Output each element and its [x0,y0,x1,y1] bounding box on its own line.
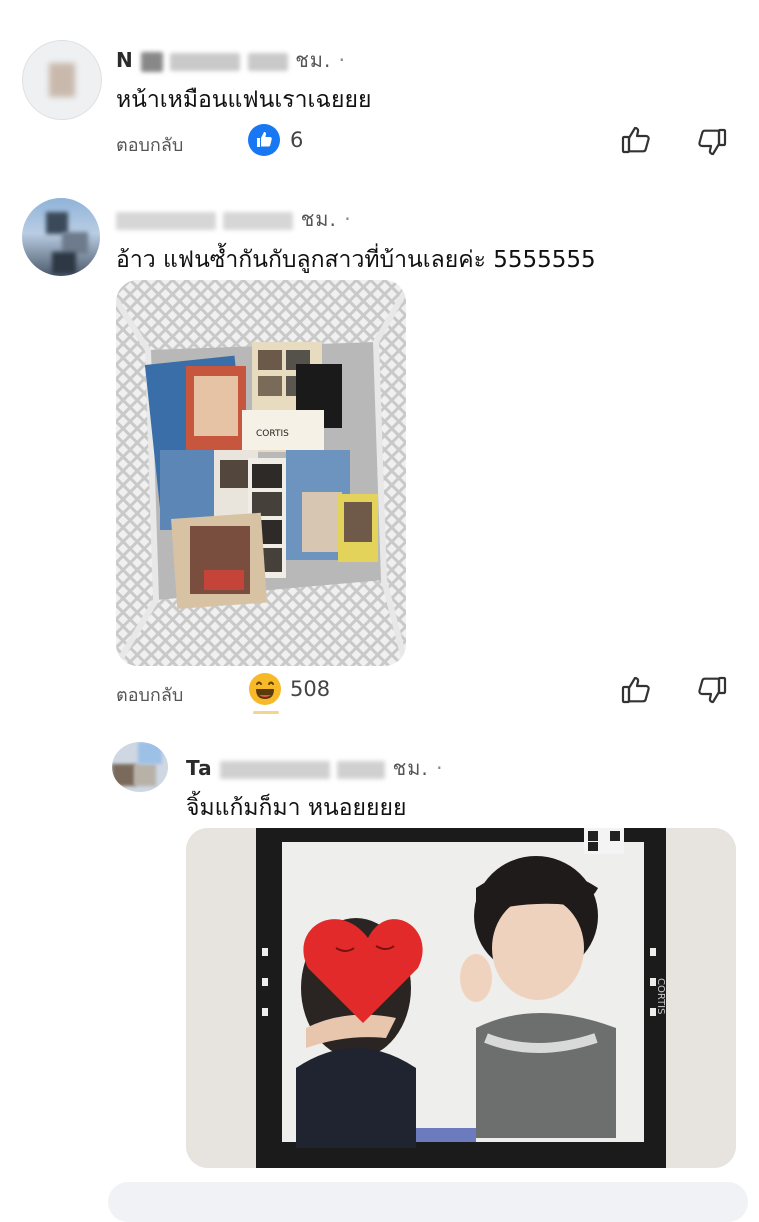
card-label: CORTIS [256,429,289,439]
photo-basket: CORTIS [116,280,406,666]
commenter-name[interactable]: N ชม. · [116,44,346,76]
reply-commenter-name[interactable]: Ta ชม. · [186,752,443,784]
photocard-image: CORTIS [186,828,736,1168]
thumbs-up-icon[interactable] [620,674,652,706]
reaction-count: 6 [290,128,304,152]
like-icon [248,124,280,156]
reaction-underline [253,711,279,714]
reply-name-text: Ta [186,756,213,780]
reply-text: จิ้มแก้มก็มา หนอยยยย [186,795,407,821]
commenter-name[interactable]: ชม. · [116,203,352,235]
meta-dot: · [338,48,347,72]
comment-input-bar[interactable] [108,1182,748,1222]
meta-dot: · [436,756,444,780]
redacted-name [141,51,164,72]
comment-time: ชม. [300,207,337,231]
thumbs-down-icon[interactable] [696,126,728,158]
reply-button[interactable]: ตอบกลับ [116,130,183,159]
reaction-count: 508 [290,677,331,701]
avatar[interactable] [22,198,100,276]
commenter-name-text: N [116,48,134,72]
reply-avatar[interactable] [112,742,168,792]
reply-photo[interactable]: CORTIS [186,828,736,1168]
redacted-name [337,760,386,779]
reaction-summary[interactable]: 6 [248,124,303,156]
redacted-name [247,52,288,71]
comment-photo[interactable]: CORTIS [116,280,406,666]
redacted-name [170,52,241,71]
redacted-name [116,211,216,230]
reaction-summary[interactable]: 508 [248,672,330,706]
haha-icon [248,672,282,706]
thumbs-up-icon[interactable] [620,124,652,156]
comment-time: ชม. [295,48,332,72]
redacted-name [223,211,294,230]
reply-button[interactable]: ตอบกลับ [116,680,183,709]
redacted-name [219,760,330,779]
avatar[interactable] [22,40,102,120]
comment-text: อ้าว แฟนซ้ำกันกับลูกสาวที่บ้านเลยค่ะ 555… [116,247,596,273]
comment-text: หน้าเหมือนแฟนเราเฉยยย [116,87,372,113]
thumbs-down-icon[interactable] [696,674,728,706]
side-label: CORTIS [655,978,666,1014]
reply-time: ชม. [392,756,429,780]
meta-dot: · [344,207,352,231]
